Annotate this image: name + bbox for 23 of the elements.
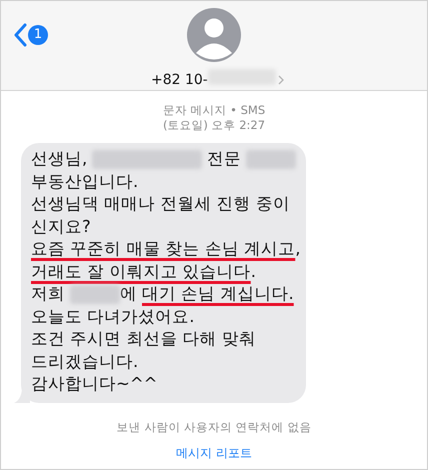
message-text: 선생님,: [31, 148, 88, 170]
message-text: 요즘 꾸준히 매물 찾는 손님 계시고: [31, 238, 296, 260]
report-message-link[interactable]: 메시지 리포트: [176, 446, 252, 460]
unread-count: 1: [28, 25, 48, 45]
message-text: 전문: [207, 148, 242, 170]
message-text: 에: [120, 283, 137, 305]
message-text: ,: [295, 238, 300, 260]
message-text: 부동산입니다.: [31, 170, 138, 192]
message-text: 신지요?: [31, 216, 91, 238]
message-timestamp: (토요일) 오후 2:27: [162, 118, 266, 133]
phone-number[interactable]: +82 10-: [151, 70, 208, 90]
unknown-sender-notice: 보낸 사람이 사용자의 연락처에 없음: [116, 418, 312, 436]
back-button[interactable]: 1: [13, 23, 48, 47]
message-type-label: 문자 메시지 • SMS: [162, 103, 266, 118]
message-text: 저희: [31, 283, 65, 305]
message-text: 거래도 잘 이뤄지고 있습니다: [31, 260, 251, 282]
message-text: 선생님댁 매매나 전월세 진행 중이: [31, 193, 290, 215]
message-text: 조건 주시면 최선을 다해 맞춰: [31, 328, 256, 350]
message-text: .: [250, 260, 256, 282]
message-text: 드리겠습니다.: [31, 350, 138, 372]
message-text: 오늘도 다녀가셨어요.: [31, 306, 194, 328]
message-text: 감사합니다~^^: [31, 373, 158, 395]
message-text: 대기 손님 계십니다.: [142, 283, 294, 305]
